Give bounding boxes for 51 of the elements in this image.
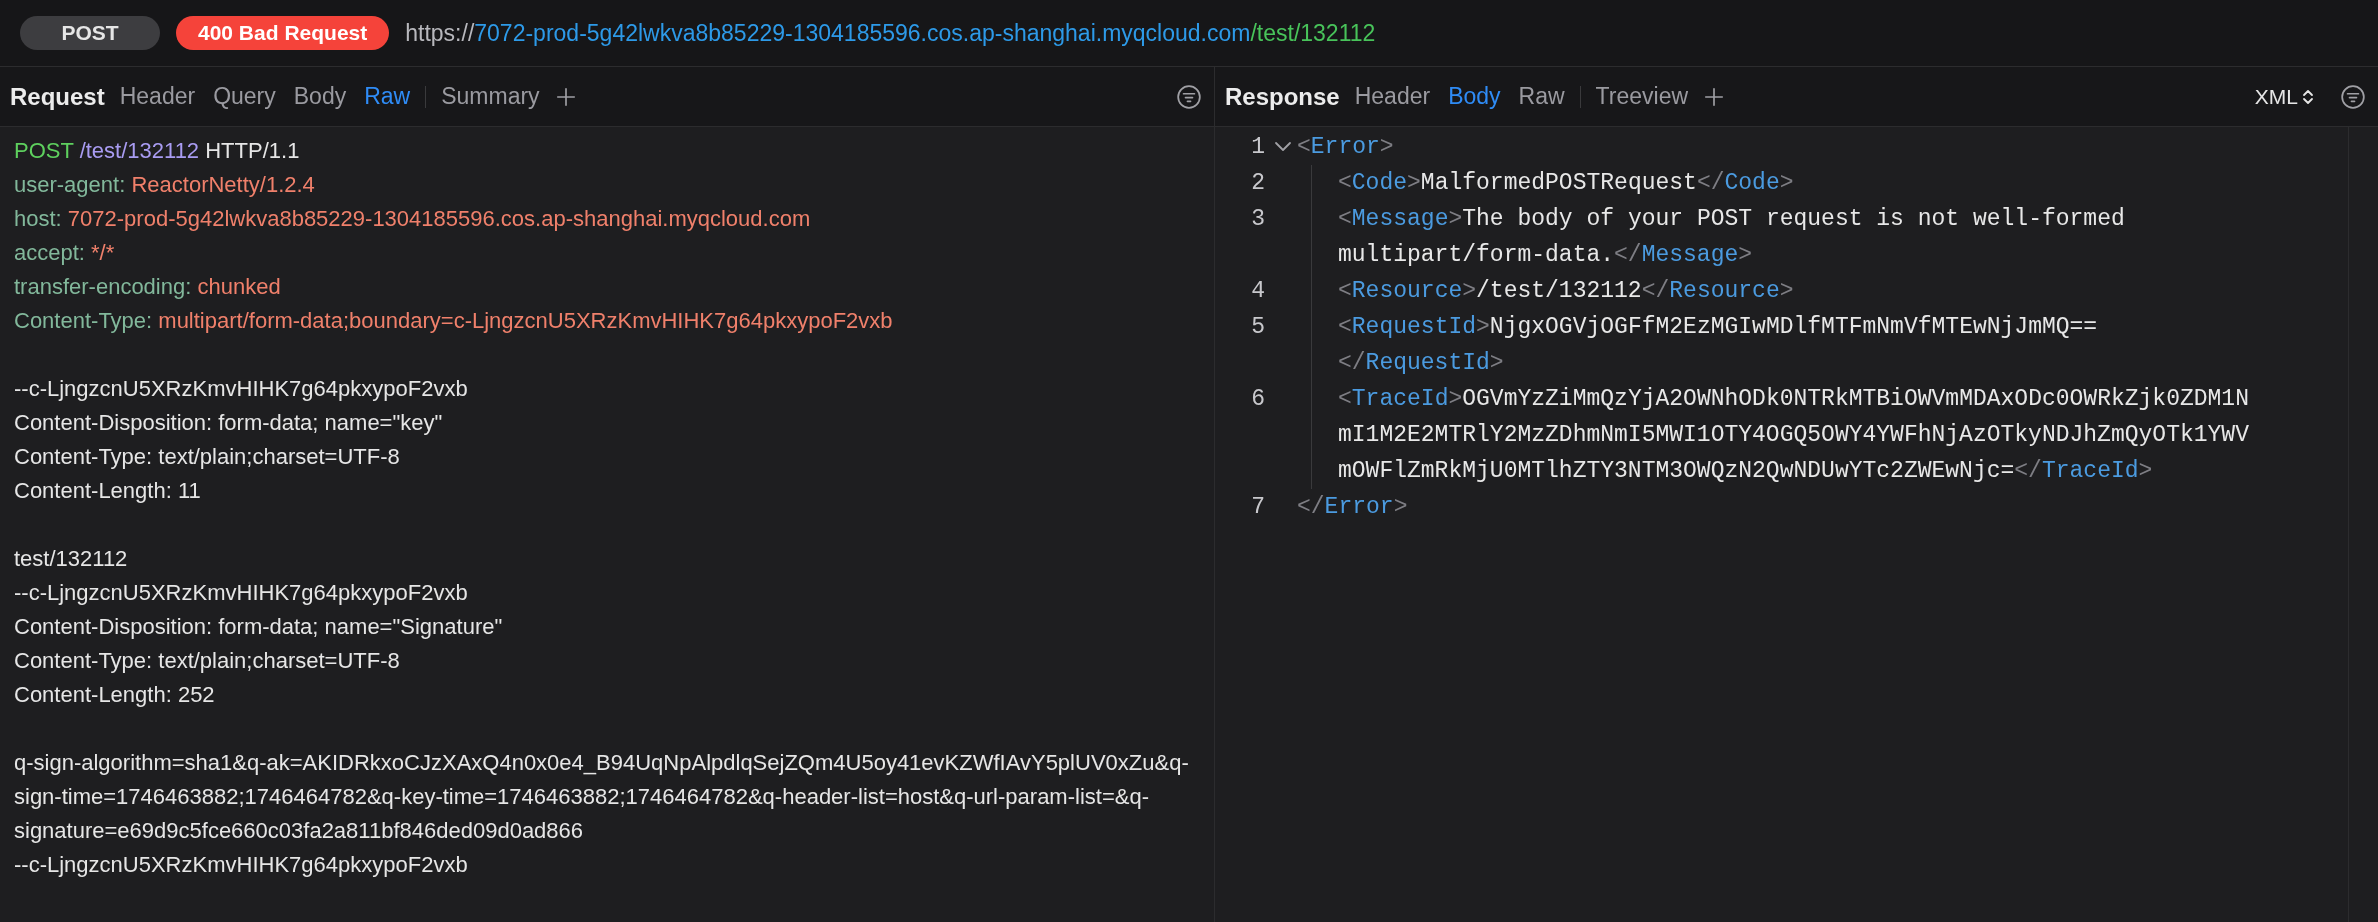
plus-icon[interactable] [1703, 85, 1726, 108]
status-badge: 400 Bad Request [176, 16, 390, 50]
header-line: user-agent: ReactorNetty/1.2.4 [14, 171, 316, 199]
line-number: 7 [1250, 493, 1265, 522]
line-number: 1 [1250, 133, 1265, 162]
body-line: --c-LjngzcnU5XRzKmvHIHK7g64pkxypoF2vxb [14, 579, 469, 607]
tab[interactable]: Header [1345, 79, 1440, 114]
request-line: POST /test/132112 HTTP/1.1 [14, 137, 301, 165]
chevron-up-down-icon [2302, 87, 2314, 106]
method-badge[interactable]: POST [20, 16, 160, 50]
header-line: transfer-encoding: chunked [14, 273, 282, 301]
body-line: Content-Type: text/plain;charset=UTF-8 [14, 647, 401, 675]
line-number: 5 [1250, 313, 1265, 342]
tab[interactable]: Raw [355, 79, 420, 114]
body-line: Content-Disposition: form-data; name="key" [14, 409, 444, 437]
code-line: <Code>MalformedPOSTRequest</Code> [1337, 169, 1795, 198]
header-line: host: 7072-prod-5g42lwkva8b85229-1304185596.cos.ap-shanghai.myqcloud.com [14, 205, 812, 233]
tab[interactable]: Raw [1509, 79, 1574, 114]
body-line: --c-LjngzcnU5XRzKmvHIHK7g64pkxypoF2vxb [14, 851, 469, 879]
tab[interactable]: Treeview [1586, 79, 1698, 114]
tab[interactable]: Summary [432, 79, 549, 114]
panel-title: Response [1225, 81, 1340, 112]
body-line: test/132112 [14, 545, 129, 573]
panel-title: Request [10, 81, 105, 112]
format-selector[interactable]: XML [2254, 80, 2314, 113]
code-line: </Error> [1297, 493, 1408, 522]
line-number: 4 [1250, 277, 1265, 306]
url-text: https://7072-prod-5g42lwkva8b85229-1304185596.cos.ap-shanghai.myqcloud.com/test/132112 [405, 18, 1376, 48]
body-line: Content-Type: text/plain;charset=UTF-8 [14, 443, 401, 471]
code-line: <TraceId>OGVmYzZiMmQzYjA2OWNhODk0NTRkMTBiOWVmMDAxODc0OWRkZjk0ZDM1NmI1M2E2MTRlY2MzZDhmNmI5MWI1OTY4OGQ5OWY4YWFhNjAzOTkyNDJhZmQyOTk1YWVmOWFlZmRkMjU0MTlhZTY3NTM3OWQzN2QwNDUwYTc2ZWEwNjc=</TraceId> [1337, 385, 2250, 486]
body-line: Content-Length: 11 [14, 477, 202, 505]
header-line: accept: */* [14, 239, 116, 267]
body-line: --c-LjngzcnU5XRzKmvHIHK7g64pkxypoF2vxb [14, 375, 469, 403]
tab[interactable]: Query [204, 79, 285, 114]
tab[interactable]: Body [1439, 79, 1510, 114]
body-line: Content-Disposition: form-data; name="Signature" [14, 613, 504, 641]
code-line: <RequestId>NjgxOGVjOGFfM2EzMGIwMDlfMTFmNmVfMTEwNjJmMQ== </RequestId> [1337, 313, 2099, 378]
line-number: 3 [1250, 205, 1265, 234]
filter-icon[interactable] [1176, 83, 1202, 110]
code-line: <Error> [1297, 133, 1394, 162]
tab[interactable]: Header [110, 79, 205, 114]
line-number: 6 [1250, 385, 1265, 414]
tab[interactable]: Body [284, 79, 356, 114]
code-line: <Message>The body of your POST request is not well-formed multipart/form-data.</Message> [1337, 205, 2126, 270]
line-number: 2 [1250, 169, 1265, 198]
plus-icon[interactable] [554, 85, 577, 108]
body-line: Content-Length: 252 [14, 681, 216, 709]
filter-icon[interactable] [2340, 83, 2366, 110]
code-line: <Resource>/test/132112</Resource> [1337, 277, 1795, 306]
header-line: Content-Type: multipart/form-data;boundary=c-LjngzcnU5XRzKmvHIHK7g64pkxypoF2vxb [14, 307, 894, 335]
body-line: q-sign-algorithm=sha1&q-ak=AKIDRkxoCJzXAxQ4n0x0e4_B94UqNpAlpdlqSejZQm4U5oy41evKZWfIAvY5plUV0xZu&q-sign-time=1746463882;1746464782&q-key-time=1746463882;1746464782&q-header-list=host&q-url-param-list=&q-signature=e69d9c5fce660c03fa2a811bf846ded09d0ad866 [14, 749, 1190, 845]
